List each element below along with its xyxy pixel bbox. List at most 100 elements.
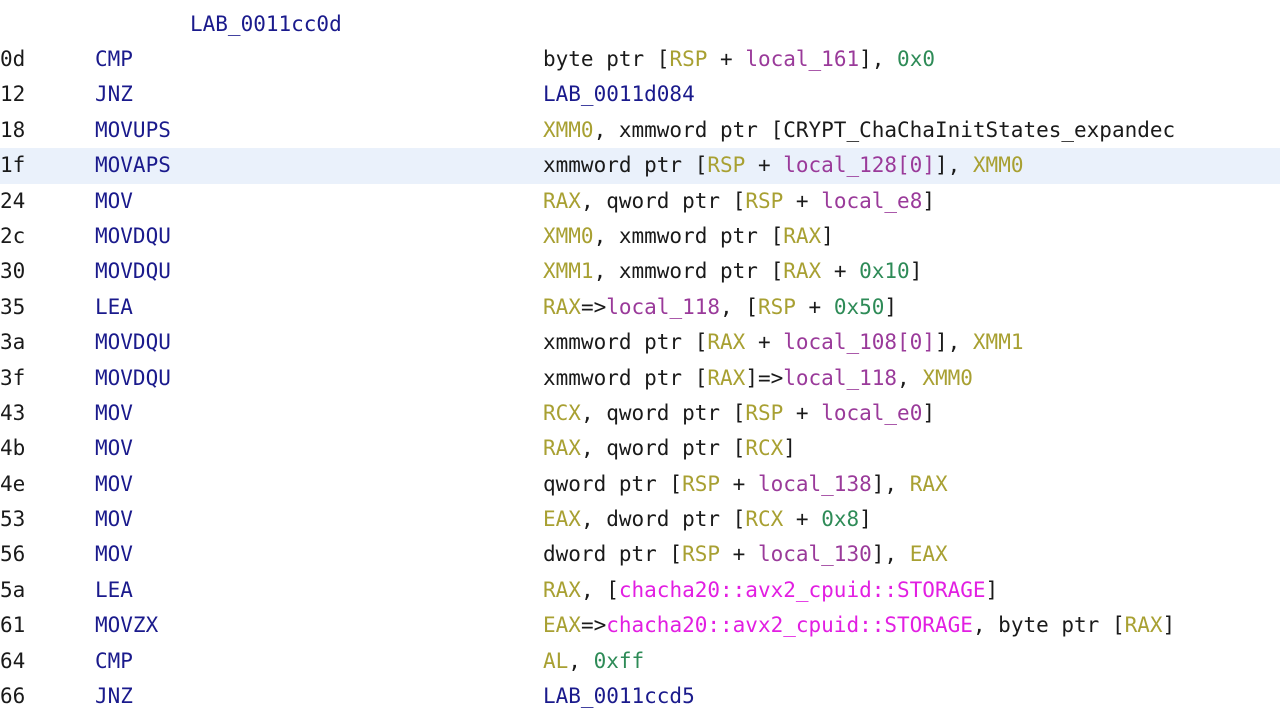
instruction-mnemonic[interactable]: MOV [95,184,133,219]
listing-row[interactable]: 4b MOV RAX, qword ptr [RCX] [0,431,1280,466]
hex-literal-operand[interactable]: 0xff [594,649,645,673]
symbol-operand[interactable]: chacha20::avx2_cpuid::STORAGE [619,578,986,602]
register-operand[interactable]: RCX [745,507,783,531]
address-suffix[interactable]: 66 [0,679,25,714]
address-suffix[interactable]: 30 [0,254,25,289]
listing-row[interactable]: 3a MOVDQU xmmword ptr [RAX + local_108[0]]… [0,325,1280,360]
hex-literal-operand[interactable]: 0x8 [821,507,859,531]
listing-row[interactable]: 1f MOVAPS xmmword ptr [RSP + local_128[0]]… [0,148,1280,184]
address-suffix[interactable]: 3f [0,361,25,396]
register-operand[interactable]: RSP [682,472,720,496]
address-suffix[interactable]: 35 [0,290,25,325]
address-suffix[interactable]: 1f [0,148,25,183]
address-suffix[interactable]: 24 [0,184,25,219]
register-operand[interactable]: RCX [543,401,581,425]
instruction-operands[interactable]: XMM0, xmmword ptr [CRYPT_ChaChaInitState… [543,113,1175,148]
register-operand[interactable]: RAX [783,224,821,248]
register-operand[interactable]: RAX [707,330,745,354]
register-operand[interactable]: RSP [745,401,783,425]
local-variable-operand[interactable]: local_118 [606,295,720,319]
instruction-mnemonic[interactable]: MOV [95,431,133,466]
register-operand[interactable]: RAX [910,472,948,496]
register-operand[interactable]: XMM1 [543,259,594,283]
instruction-operands[interactable]: RAX, qword ptr [RSP + local_e8] [543,184,935,219]
register-operand[interactable]: RCX [745,436,783,460]
register-operand[interactable]: RAX [707,366,745,390]
instruction-mnemonic[interactable]: MOVDQU [95,254,171,289]
register-operand[interactable]: RSP [745,189,783,213]
listing-row[interactable]: 3f MOVDQU xmmword ptr [RAX]=>local_118, XM… [0,361,1280,396]
instruction-mnemonic[interactable]: MOV [95,537,133,572]
label-operand[interactable]: LAB_0011d084 [543,82,695,106]
local-variable-operand[interactable]: local_108[0] [783,330,935,354]
listing-row[interactable]: 53 MOV EAX, dword ptr [RCX + 0x8] [0,502,1280,537]
register-operand[interactable]: RAX [543,578,581,602]
instruction-mnemonic[interactable]: MOV [95,396,133,431]
address-suffix[interactable]: 53 [0,502,25,537]
instruction-mnemonic[interactable]: MOV [95,467,133,502]
hex-literal-operand[interactable]: 0x0 [897,47,935,71]
register-operand[interactable]: RSP [758,295,796,319]
instruction-operands[interactable]: EAX=>chacha20::avx2_cpuid::STORAGE, byte… [543,608,1175,643]
local-variable-operand[interactable]: local_138 [758,472,872,496]
symbol-operand[interactable]: chacha20::avx2_cpuid::STORAGE [606,613,973,637]
register-operand[interactable]: AL [543,649,568,673]
instruction-mnemonic[interactable]: MOVAPS [95,148,171,183]
address-suffix[interactable]: 0d [0,42,25,77]
listing-row[interactable]: 43 MOV RCX, qword ptr [RSP + local_e0] [0,396,1280,431]
local-variable-operand[interactable]: local_e8 [821,189,922,213]
address-suffix[interactable]: 61 [0,608,25,643]
hex-literal-operand[interactable]: 0x50 [834,295,885,319]
instruction-operands[interactable]: LAB_0011d084 [543,77,695,112]
address-suffix[interactable]: 3a [0,325,25,360]
listing-row[interactable]: 0d CMP byte ptr [RSP + local_161], 0x0 [0,42,1280,77]
instruction-operands[interactable]: XMM1, xmmword ptr [RAX + 0x10] [543,254,922,289]
instruction-mnemonic[interactable]: MOVDQU [95,325,171,360]
listing-row[interactable]: 4e MOV qword ptr [RSP + local_138], RAX [0,467,1280,502]
register-operand[interactable]: RSP [682,542,720,566]
register-operand[interactable]: RAX [543,189,581,213]
local-variable-operand[interactable]: local_118 [783,366,897,390]
address-suffix[interactable]: 43 [0,396,25,431]
instruction-operands[interactable]: RAX, qword ptr [RCX] [543,431,796,466]
instruction-operands[interactable]: LAB_0011ccd5 [543,679,695,714]
address-suffix[interactable]: 18 [0,113,25,148]
instruction-mnemonic[interactable]: MOV [95,502,133,537]
register-operand[interactable]: RAX [783,259,821,283]
register-operand[interactable]: RAX [543,295,581,319]
listing-row[interactable]: 24 MOV RAX, qword ptr [RSP + local_e8] [0,184,1280,219]
code-label[interactable]: LAB_0011cc0d [190,8,342,40]
listing-row[interactable]: 56 MOV dword ptr [RSP + local_130], EAX [0,537,1280,572]
listing-row[interactable]: 66 JNZ LAB_0011ccd5 [0,679,1280,714]
listing-row[interactable]: 35 LEA RAX=>local_118, [RSP + 0x50] [0,290,1280,325]
instruction-mnemonic[interactable]: CMP [95,42,133,77]
register-operand[interactable]: XMM1 [973,330,1024,354]
address-suffix[interactable]: 5a [0,573,25,608]
instruction-mnemonic[interactable]: MOVDQU [95,219,171,254]
local-variable-operand[interactable]: local_130 [758,542,872,566]
address-suffix[interactable]: 12 [0,77,25,112]
register-operand[interactable]: XMM0 [543,224,594,248]
instruction-mnemonic[interactable]: MOVUPS [95,113,171,148]
instruction-operands[interactable]: qword ptr [RSP + local_138], RAX [543,467,948,502]
instruction-mnemonic[interactable]: CMP [95,644,133,679]
register-operand[interactable]: EAX [543,613,581,637]
instruction-operands[interactable]: XMM0, xmmword ptr [RAX] [543,219,834,254]
local-variable-operand[interactable]: local_161 [745,47,859,71]
register-operand[interactable]: EAX [543,507,581,531]
instruction-mnemonic[interactable]: JNZ [95,679,133,714]
listing-row[interactable]: 5a LEA RAX, [chacha20::avx2_cpuid::STORAGE… [0,573,1280,608]
listing-row[interactable]: 2c MOVDQU XMM0, xmmword ptr [RAX] [0,219,1280,254]
instruction-operands[interactable]: RAX=>local_118, [RSP + 0x50] [543,290,897,325]
hex-literal-operand[interactable]: 0x10 [859,259,910,283]
instruction-operands[interactable]: RAX, [chacha20::avx2_cpuid::STORAGE] [543,573,998,608]
instruction-mnemonic[interactable]: MOVZX [95,608,158,643]
address-suffix[interactable]: 2c [0,219,25,254]
register-operand[interactable]: RAX [1125,613,1163,637]
listing-row[interactable]: 64 CMP AL, 0xff [0,644,1280,679]
register-operand[interactable]: XMM0 [543,118,594,142]
address-suffix[interactable]: 4e [0,467,25,502]
local-variable-operand[interactable]: local_128[0] [783,153,935,177]
instruction-operands[interactable]: byte ptr [RSP + local_161], 0x0 [543,42,935,77]
listing-row[interactable]: 18 MOVUPS XMM0, xmmword ptr [CRYPT_ChaChaI… [0,113,1280,148]
